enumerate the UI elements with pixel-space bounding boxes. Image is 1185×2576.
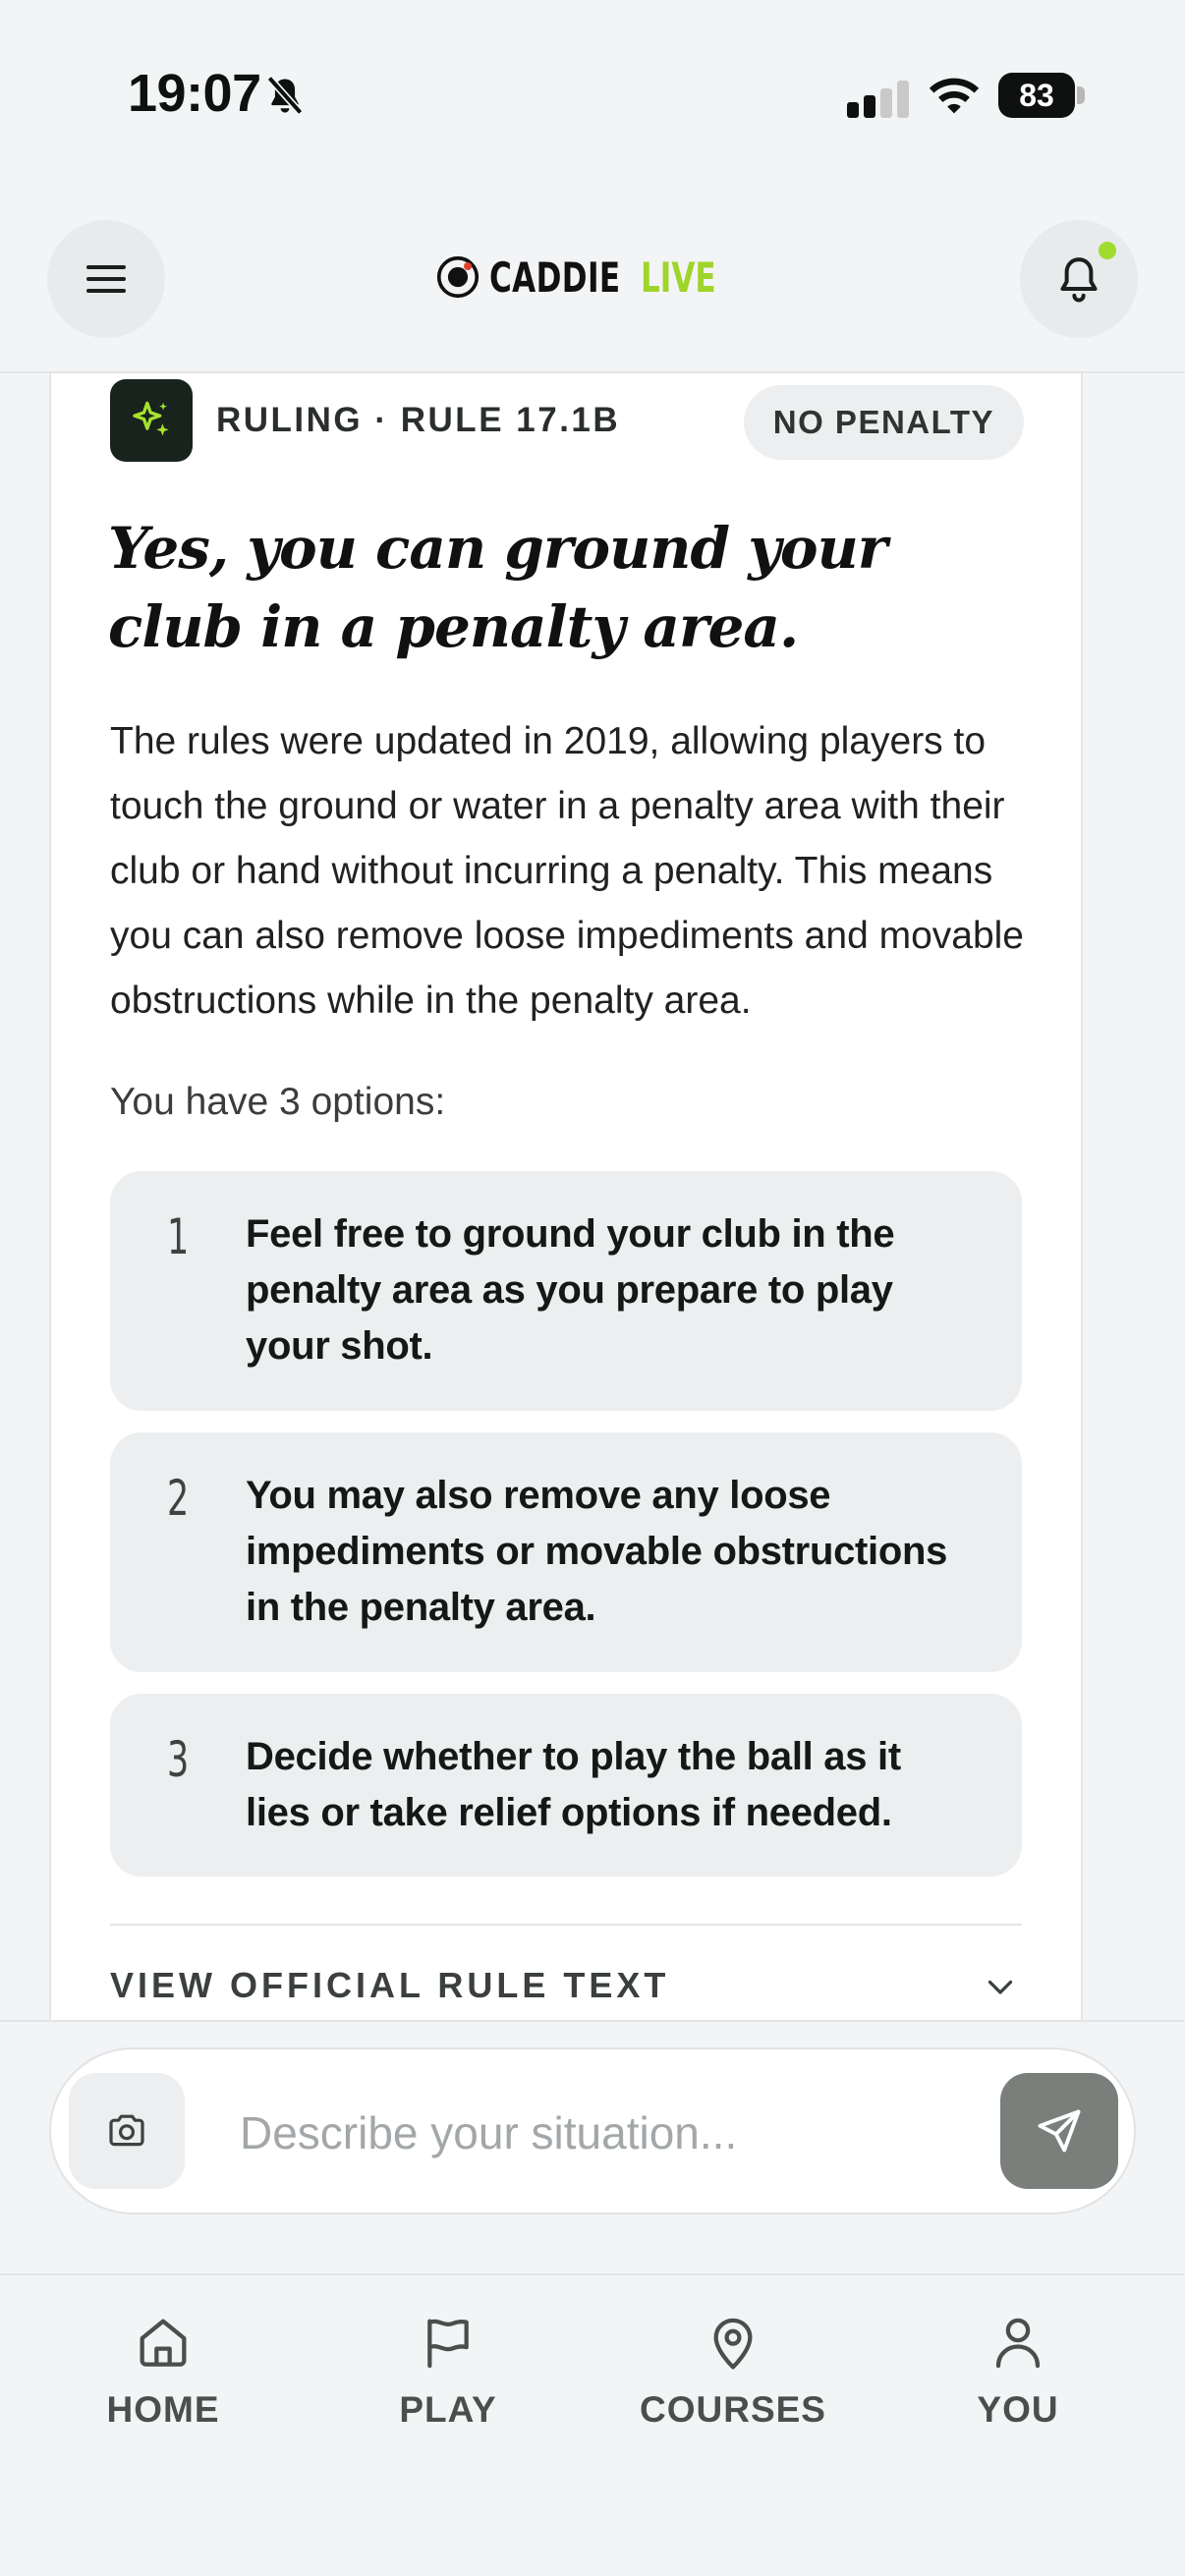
ruling-title: Yes, you can ground your club in a penal… bbox=[108, 515, 887, 660]
view-rule-label: VIEW OFFICIAL RULE TEXT bbox=[110, 1965, 670, 2005]
battery-tip bbox=[1077, 86, 1085, 104]
status-time: 19:07 bbox=[128, 64, 261, 123]
option-text: You may also remove any loose impediment… bbox=[246, 1474, 948, 1629]
options-intro: You have 3 options: bbox=[110, 1081, 446, 1123]
cellular-signal-icon bbox=[847, 81, 909, 118]
option-text: Decide whether to play the ball as it li… bbox=[246, 1735, 901, 1834]
option-number: 1 bbox=[167, 1208, 190, 1265]
nav-you-label: YOU bbox=[977, 2389, 1059, 2430]
composer-area bbox=[0, 2020, 1185, 2275]
option-text: Feel free to ground your club in the pen… bbox=[246, 1212, 895, 1368]
map-pin-icon bbox=[713, 2318, 753, 2370]
send-icon bbox=[1038, 2109, 1081, 2153]
nav-home[interactable]: HOME bbox=[55, 2305, 271, 2442]
camera-icon bbox=[109, 2114, 144, 2147]
divider bbox=[110, 1924, 1022, 1926]
brand-live-tag: LIVE bbox=[641, 252, 717, 302]
battery-indicator: 83 bbox=[998, 73, 1085, 118]
notifications-button[interactable] bbox=[1020, 220, 1138, 338]
app-header: CADDIE LIVE bbox=[0, 187, 1185, 373]
message-composer bbox=[49, 2047, 1136, 2214]
bell-off-icon bbox=[266, 76, 304, 115]
ruling-header: RULING · RULE 17.1B NO PENALTY bbox=[110, 379, 1024, 462]
brand-name: CADDIE bbox=[489, 252, 621, 302]
notification-dot bbox=[1099, 242, 1116, 259]
bottom-nav: HOME PLAY COURSES YOU bbox=[0, 2273, 1185, 2576]
send-button[interactable] bbox=[1000, 2073, 1118, 2189]
option-number: 2 bbox=[167, 1470, 190, 1527]
option-item-3: 3 Decide whether to play the ball as it … bbox=[110, 1694, 1022, 1876]
penalty-status-badge: NO PENALTY bbox=[743, 385, 1024, 460]
option-number: 3 bbox=[167, 1731, 190, 1788]
wifi-icon bbox=[929, 78, 980, 114]
ruling-card: RULING · RULE 17.1B NO PENALTY Yes, you … bbox=[49, 373, 1083, 2020]
nav-you[interactable]: YOU bbox=[910, 2305, 1126, 2442]
sparkle-badge bbox=[110, 379, 193, 462]
nav-courses-label: COURSES bbox=[640, 2389, 826, 2430]
menu-button[interactable] bbox=[47, 220, 165, 338]
nav-play[interactable]: PLAY bbox=[340, 2305, 556, 2442]
situation-input[interactable] bbox=[240, 2079, 987, 2187]
nav-play-label: PLAY bbox=[399, 2389, 497, 2430]
nav-courses[interactable]: COURSES bbox=[625, 2305, 841, 2442]
bell-icon bbox=[1060, 257, 1098, 303]
ruling-rule-label: RULING · RULE 17.1B bbox=[216, 401, 621, 439]
sparkle-icon bbox=[133, 401, 169, 436]
status-bar: 19:07 83 bbox=[0, 0, 1185, 187]
option-item-1: 1 Feel free to ground your club in the p… bbox=[110, 1171, 1022, 1411]
hamburger-menu-icon bbox=[86, 265, 126, 293]
battery-level: 83 bbox=[1019, 78, 1054, 113]
option-item-2: 2 You may also remove any loose impedime… bbox=[110, 1432, 1022, 1672]
chevron-down-icon bbox=[988, 1980, 1013, 1994]
brand-logo-wordmark: CADDIE LIVE bbox=[436, 248, 743, 307]
golf-ball-logo-icon bbox=[436, 255, 480, 299]
ruling-explanation: The rules were updated in 2019, allowing… bbox=[110, 720, 1025, 1022]
nav-home-label: HOME bbox=[106, 2389, 220, 2430]
flag-icon bbox=[427, 2319, 469, 2369]
user-icon bbox=[995, 2318, 1041, 2369]
view-official-rule-toggle[interactable]: VIEW OFFICIAL RULE TEXT bbox=[110, 1965, 1022, 2014]
app-screen: 19:07 83 CADDIE LIVE RULING · RULE 17.1B… bbox=[0, 0, 1185, 2576]
camera-button[interactable] bbox=[69, 2073, 185, 2189]
home-icon bbox=[140, 2319, 187, 2367]
